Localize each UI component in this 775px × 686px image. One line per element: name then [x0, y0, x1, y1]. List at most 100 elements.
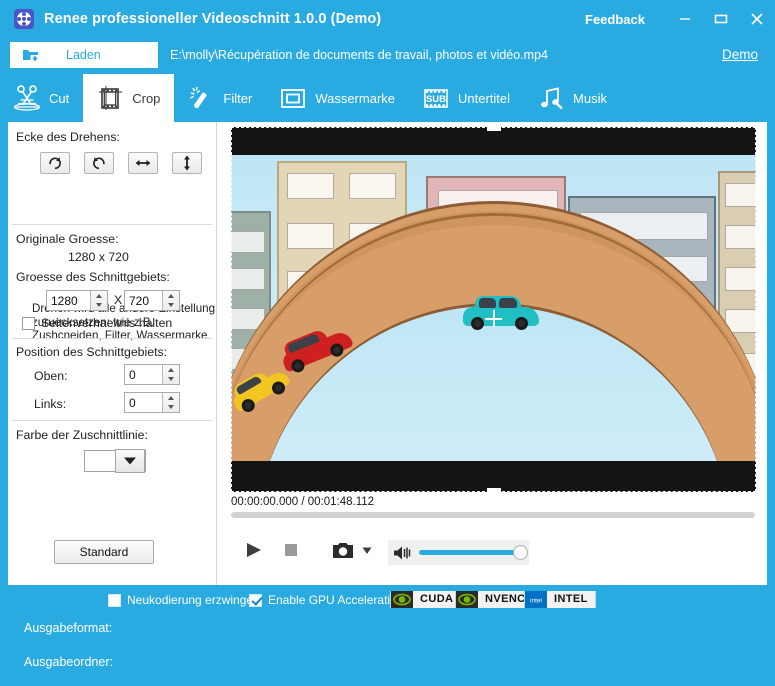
- speaker-icon: [392, 544, 412, 562]
- crop-height-down[interactable]: [163, 301, 179, 311]
- gpu-badge-cuda[interactable]: CUDA: [390, 591, 461, 608]
- minimize-button[interactable]: [667, 0, 703, 38]
- main-body: Ecke des Drehens:: [8, 122, 767, 585]
- crop-left-up[interactable]: [163, 393, 179, 403]
- svg-text:SUB: SUB: [426, 94, 446, 105]
- gpu-badge-intel[interactable]: intel INTEL: [524, 591, 596, 608]
- force-reencode-box[interactable]: [108, 594, 121, 607]
- film-reel-icon: [14, 9, 34, 29]
- tab-filter-label: Filter: [223, 91, 252, 106]
- tab-filter[interactable]: Filter: [174, 74, 266, 122]
- svg-text:intel: intel: [530, 598, 542, 605]
- tab-cut-label: Cut: [49, 91, 69, 106]
- crop-left-arrows[interactable]: [162, 393, 179, 412]
- tab-musik-label: Musik: [573, 91, 607, 106]
- time-display: 00:00:00.000 / 00:01:48.112: [231, 496, 374, 508]
- feedback-link[interactable]: Feedback: [585, 12, 645, 27]
- tab-wassermarke[interactable]: Wassermarke: [266, 74, 409, 122]
- crop-left-input[interactable]: [125, 393, 162, 412]
- crop-width-input[interactable]: [47, 291, 90, 310]
- output-folder-label: Ausgabeordner:: [24, 655, 113, 669]
- crop-size-separator: X: [114, 293, 122, 307]
- title-bar: Renee professioneller Videoschnitt 1.0.0…: [0, 0, 775, 38]
- gpu-acceleration-checkbox[interactable]: Enable GPU Acceleration: [249, 593, 403, 607]
- gpu-acceleration-label: Enable GPU Acceleration: [268, 593, 403, 607]
- left-label: Links:: [34, 397, 66, 411]
- video-preview[interactable]: [231, 127, 756, 492]
- gpu-badge-intel-label: INTEL: [547, 591, 595, 608]
- letterbox-top: [231, 127, 756, 155]
- keep-aspect-ratio-box[interactable]: [22, 317, 35, 330]
- play-button[interactable]: [243, 540, 265, 565]
- crop-height-arrows[interactable]: [162, 291, 179, 310]
- crop-width-up[interactable]: [91, 291, 107, 301]
- rotate-cw-button[interactable]: [40, 152, 70, 174]
- crop-width-stepper[interactable]: [46, 290, 108, 311]
- crop-height-input[interactable]: [125, 291, 162, 310]
- keep-aspect-ratio-label: Seitenverhaeltnis halten: [41, 316, 172, 330]
- rotate-ccw-button[interactable]: [84, 152, 114, 174]
- keep-aspect-ratio-checkbox[interactable]: Seitenverhaeltnis halten: [22, 316, 172, 330]
- volume-slider[interactable]: [419, 550, 521, 555]
- snapshot-dropdown-button[interactable]: [360, 543, 374, 562]
- standard-button[interactable]: Standard: [54, 540, 154, 564]
- rotate-counterclockwise-icon: [91, 155, 107, 171]
- watermark-square-icon: [278, 84, 308, 112]
- load-label: Laden: [66, 48, 101, 62]
- divider-2: [12, 338, 212, 339]
- demo-link[interactable]: Demo: [722, 47, 758, 62]
- tab-wassermarke-label: Wassermarke: [315, 91, 395, 106]
- volume-control[interactable]: [388, 540, 529, 565]
- crop-height-up[interactable]: [163, 291, 179, 301]
- tab-crop[interactable]: Crop: [83, 74, 174, 122]
- flip-vertical-button[interactable]: [172, 152, 202, 174]
- app-window: Renee professioneller Videoschnitt 1.0.0…: [0, 0, 775, 686]
- volume-thumb[interactable]: [513, 545, 528, 560]
- crop-width-arrows[interactable]: [90, 291, 107, 310]
- gpu-acceleration-box[interactable]: [249, 594, 262, 607]
- camera-icon: [331, 540, 355, 560]
- flip-horizontal-icon: [134, 156, 152, 170]
- tab-cut[interactable]: Cut: [0, 74, 83, 122]
- caret-down-icon: [360, 543, 374, 557]
- crop-width-down[interactable]: [91, 301, 107, 311]
- gpu-badge-nvenc[interactable]: NVENC: [455, 591, 534, 608]
- video-frame-content: [231, 155, 756, 461]
- letterbox-bottom: [231, 461, 756, 492]
- close-icon: [749, 11, 765, 27]
- maximize-button[interactable]: [703, 0, 739, 38]
- close-button[interactable]: [739, 0, 775, 38]
- divider-1: [12, 224, 212, 225]
- crop-left-down[interactable]: [163, 403, 179, 413]
- snapshot-button[interactable]: [331, 540, 355, 565]
- original-size-label: Originale Groesse:: [16, 232, 119, 246]
- tab-bar: Cut Crop: [0, 74, 775, 122]
- flip-horizontal-button[interactable]: [128, 152, 158, 174]
- rotate-button-group: [40, 152, 202, 174]
- crop-height-stepper[interactable]: [124, 290, 180, 311]
- crop-left-stepper[interactable]: [124, 392, 180, 413]
- film-crop-icon: [95, 84, 125, 112]
- crop-top-input[interactable]: [125, 365, 162, 384]
- intel-icon: intel: [525, 591, 547, 608]
- folder-add-icon: [22, 47, 40, 63]
- crop-top-up[interactable]: [163, 365, 179, 375]
- tab-untertitel[interactable]: SUB Untertitel: [409, 74, 524, 122]
- line-color-dropdown[interactable]: [115, 449, 145, 473]
- load-button[interactable]: Laden: [10, 42, 158, 68]
- tab-musik[interactable]: Musik: [524, 74, 621, 122]
- force-reencode-checkbox[interactable]: Neukodierung erzwingen: [108, 593, 260, 607]
- rotate-clockwise-icon: [47, 155, 63, 171]
- magic-wand-icon: [186, 84, 216, 112]
- preview-panel: 00:00:00.000 / 00:01:48.112: [217, 122, 767, 585]
- crop-top-down[interactable]: [163, 375, 179, 385]
- seek-bar[interactable]: [231, 512, 755, 518]
- load-bar: Laden E:\molly\Récupération de documents…: [0, 38, 775, 74]
- output-format-label: Ausgabeformat:: [24, 621, 112, 635]
- stop-icon: [281, 540, 301, 560]
- crop-top-stepper[interactable]: [124, 364, 180, 385]
- stop-button[interactable]: [281, 540, 301, 565]
- rotate-heading: Ecke des Drehens:: [16, 130, 120, 144]
- bottom-bar: Neukodierung erzwingen Enable GPU Accele…: [0, 585, 775, 686]
- crop-top-arrows[interactable]: [162, 365, 179, 384]
